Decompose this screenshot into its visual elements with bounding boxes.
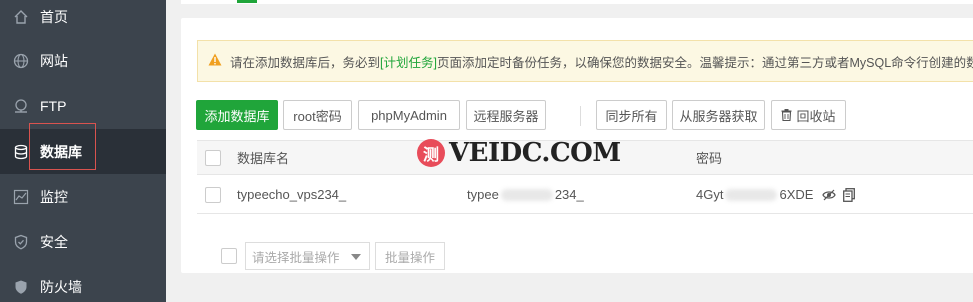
sidebar-item-monitor[interactable]: 监控 [0,174,166,219]
db-password-cell: 4Gyt 6XDE [696,176,857,213]
batch-operation-button[interactable]: 批量操作 [375,242,445,270]
sidebar-item-website[interactable]: 网站 [0,38,166,83]
notice-prefix: 请在添加数据库后，务必到 [230,55,381,70]
notice-suffix: 页面添加定时备份任务，以确保您的数据安全。温馨提示：通过第三方或者MySQL命令… [436,55,973,70]
sidebar-item-label: 网站 [40,52,68,69]
sidebar-item-home[interactable]: 首页 [0,0,166,39]
db-name-cell: typeecho_vps234_ [237,187,347,202]
root-password-button[interactable]: root密码 [283,100,352,130]
copy-icon[interactable] [841,187,857,203]
sync-all-button[interactable]: 同步所有 [596,100,667,130]
db-user-prefix: typee [467,187,499,202]
top-tab-bar [181,0,973,4]
main-content: 请在添加数据库后，务必到 [计划任务] 页面添加定时备份任务，以确保您的数据安全。温… [166,0,973,302]
batch-select-placeholder: 请选择批量操作 [252,250,340,265]
remote-server-button[interactable]: 远程服务器 [466,100,546,130]
toggle-visibility-icon[interactable] [821,187,837,203]
watermark-text: VEIDC.COM [449,138,621,168]
recycle-bin-button[interactable]: 回收站 [771,100,846,130]
fetch-from-server-button[interactable]: 从服务器获取 [672,100,765,130]
select-all-checkbox[interactable] [205,149,221,166]
active-tab-indicator [237,0,257,3]
column-header-password: 密码 [696,151,723,166]
watermark: 测 VEIDC.COM [417,138,621,168]
redacted-blur [500,188,553,201]
sidebar-item-label: 首页 [40,8,68,25]
highlight-box [29,123,96,170]
sidebar-item-label: 监控 [40,188,68,205]
recycle-bin-label: 回收站 [796,108,836,124]
db-password-prefix: 4Gyt [696,187,724,202]
watermark-logo: 测 [417,139,445,167]
shield-icon [12,233,30,251]
cron-task-link[interactable]: [计划任务] [380,52,437,71]
column-header-name: 数据库名 [237,151,290,166]
add-database-button[interactable]: 添加数据库 [196,100,278,130]
db-password-suffix: 6XDE [779,187,814,202]
table-row: typeecho_vps234_ typee 234_ 4Gyt 6XDE [197,176,973,214]
footer-select-all-checkbox[interactable] [221,248,237,264]
row-checkbox[interactable] [205,186,221,203]
warning-notice: 请在添加数据库后，务必到 [计划任务] 页面添加定时备份任务，以确保您的数据安全。温… [197,40,973,82]
phpmyadmin-button[interactable]: phpMyAdmin [358,100,460,130]
warning-icon [208,53,222,69]
home-icon [12,8,30,26]
sidebar: 首页 网站 FTP 数据库 监控 安全 防火墙 [0,0,166,302]
trash-icon [781,109,792,121]
sidebar-item-ftp[interactable]: FTP [0,83,166,128]
ftp-icon [12,97,30,115]
sidebar-item-label: FTP [40,97,67,114]
monitor-icon [12,188,30,206]
db-user-suffix: 234_ [554,187,584,202]
globe-icon [12,52,30,70]
db-user-cell: typee 234_ [467,176,584,213]
sidebar-item-label: 安全 [40,233,68,250]
sidebar-item-label: 防火墙 [40,278,82,295]
toolbar-divider [580,106,581,126]
firewall-icon [12,278,30,296]
sidebar-item-firewall[interactable]: 防火墙 [0,264,166,302]
redacted-blur [725,188,778,201]
database-icon [12,143,30,161]
chevron-down-icon [351,254,361,260]
batch-operation-select[interactable]: 请选择批量操作 [245,242,370,270]
sidebar-item-security[interactable]: 安全 [0,219,166,264]
